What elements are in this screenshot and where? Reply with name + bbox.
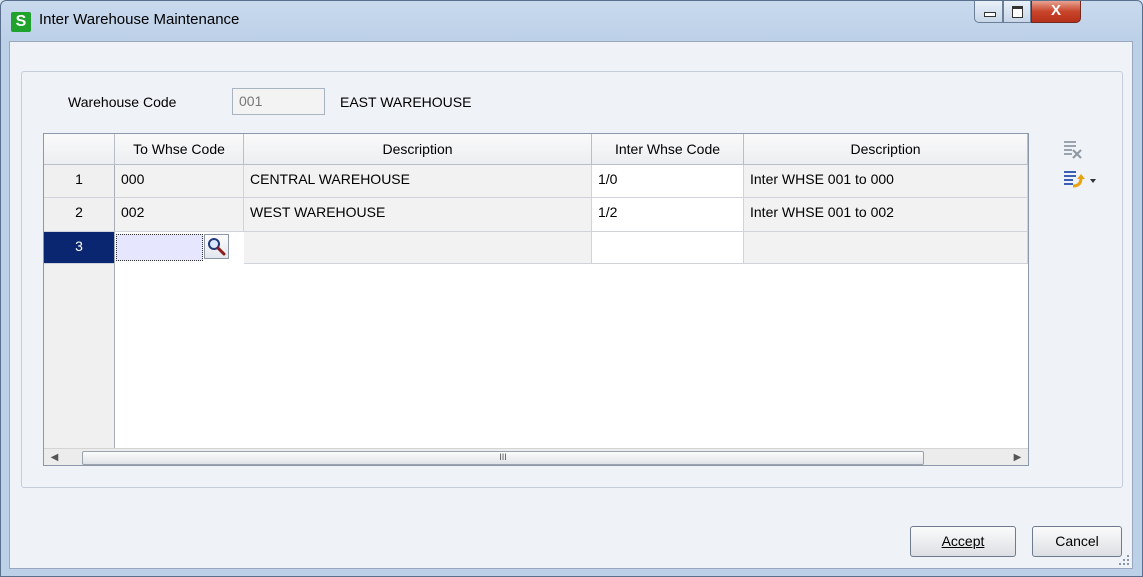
cell-inter-description[interactable]: Inter WHSE 001 to 002 [744,198,1028,232]
column-header-to-whse-code[interactable]: To Whse Code [115,134,244,165]
row-header[interactable]: 2 [44,198,115,232]
cell-to-whse-code[interactable]: 000 [115,165,244,198]
cell-description[interactable]: CENTRAL WAREHOUSE [244,165,592,198]
delete-row-button[interactable] [1061,138,1085,162]
window-title: Inter Warehouse Maintenance [39,11,240,28]
row-header[interactable]: 1 [44,165,115,198]
cell-inter-whse-code[interactable]: 1/2 [592,198,744,232]
cell-inter-whse-code[interactable] [592,232,744,264]
close-icon: X [1050,2,1061,19]
scroll-right-icon[interactable]: ▶ [1009,449,1026,465]
row-header-selected[interactable]: 3 [44,232,115,264]
resize-grip-icon[interactable] [1118,554,1130,566]
scrollbar-thumb[interactable]: III [82,451,924,465]
cancel-button[interactable]: Cancel [1032,526,1122,557]
horizontal-scrollbar[interactable]: ◀ III ▶ [44,448,1028,465]
warehouse-code-label: Warehouse Code [68,94,177,110]
cancel-label: Cancel [1055,533,1099,549]
cell-inter-description[interactable] [744,232,1028,264]
restore-icon [1012,6,1023,18]
warehouse-code-field: 001 [232,88,325,115]
minimize-button[interactable] [974,1,1003,23]
warehouse-name: EAST WAREHOUSE [340,94,472,110]
inter-warehouse-grid[interactable]: To Whse Code Description Inter Whse Code… [43,133,1029,466]
grid-corner-header [44,134,115,165]
accept-label: Accept [941,533,985,549]
insert-row-icon [1064,171,1096,188]
maximize-button[interactable] [1003,1,1031,23]
cell-description[interactable]: WEST WAREHOUSE [244,198,592,232]
title-bar[interactable]: S Inter Warehouse Maintenance X [1,1,1142,41]
lookup-button[interactable] [204,234,229,259]
delete-row-icon [1064,141,1082,159]
cell-description[interactable] [244,232,592,264]
cell-to-whse-code[interactable]: 002 [115,198,244,232]
magnifier-icon [208,238,226,256]
accept-button[interactable]: Accept [910,526,1016,557]
client-area: Warehouse Code 001 EAST WAREHOUSE To Whs… [9,41,1133,569]
column-header-inter-whse-code[interactable]: Inter Whse Code [592,134,744,165]
app-icon: S [11,12,31,32]
insert-row-button[interactable] [1061,168,1101,192]
to-whse-code-input[interactable] [116,234,203,261]
cell-inter-whse-code[interactable]: 1/0 [592,165,744,198]
cell-inter-description[interactable]: Inter WHSE 001 to 000 [744,165,1028,198]
scroll-left-icon[interactable]: ◀ [46,449,63,465]
column-header-description[interactable]: Description [244,134,592,165]
dialog-window: S Inter Warehouse Maintenance X Warehous… [0,0,1143,577]
close-button[interactable]: X [1031,1,1081,23]
minimize-icon [984,12,996,17]
column-header-inter-description[interactable]: Description [744,134,1028,165]
